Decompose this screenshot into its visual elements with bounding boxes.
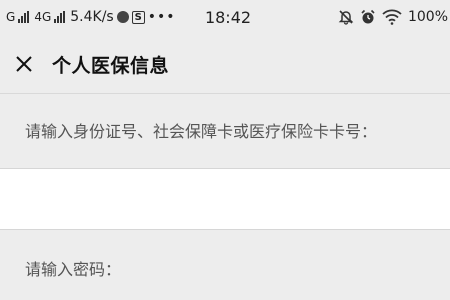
mute-bell-icon [338,10,354,25]
status-bar: G 4G 5.4K/s S ••• 18:42 100% [0,0,450,34]
network-speed: 5.4K/s [70,9,114,25]
wifi-icon [382,9,402,25]
signal-strength-icon [18,11,30,23]
id-label-row: 请输入身份证号、社会保障卡或医疗保险卡卡号： [0,94,450,168]
page-title: 个人医保信息 [52,55,170,77]
clock: 18:42 [204,7,252,27]
password-label-row: 请输入密码： [0,230,450,300]
id-input-row[interactable] [0,168,450,231]
app-notification-icon [116,11,129,23]
close-icon[interactable] [12,52,36,76]
title-bar: 个人医保信息 [0,34,450,94]
password-label: 请输入密码： [25,260,122,279]
network-type-2: 4G [34,10,52,24]
status-right: 100% [338,0,448,34]
signal-strength-icon-2 [54,11,66,23]
network-type-1: G [6,10,16,24]
battery-level: 100% [407,9,448,25]
id-number-label: 请输入身份证号、社会保障卡或医疗保险卡卡号： [25,122,378,141]
id-number-input[interactable] [25,169,429,231]
more-notifications-icon: ••• [147,9,176,25]
app-badge-icon: S [131,10,145,24]
status-left: G 4G 5.4K/s S ••• [6,0,176,34]
alarm-icon [361,9,375,24]
screen: G 4G 5.4K/s S ••• 18:42 100% 个人医保信息 请输入身… [0,0,450,300]
